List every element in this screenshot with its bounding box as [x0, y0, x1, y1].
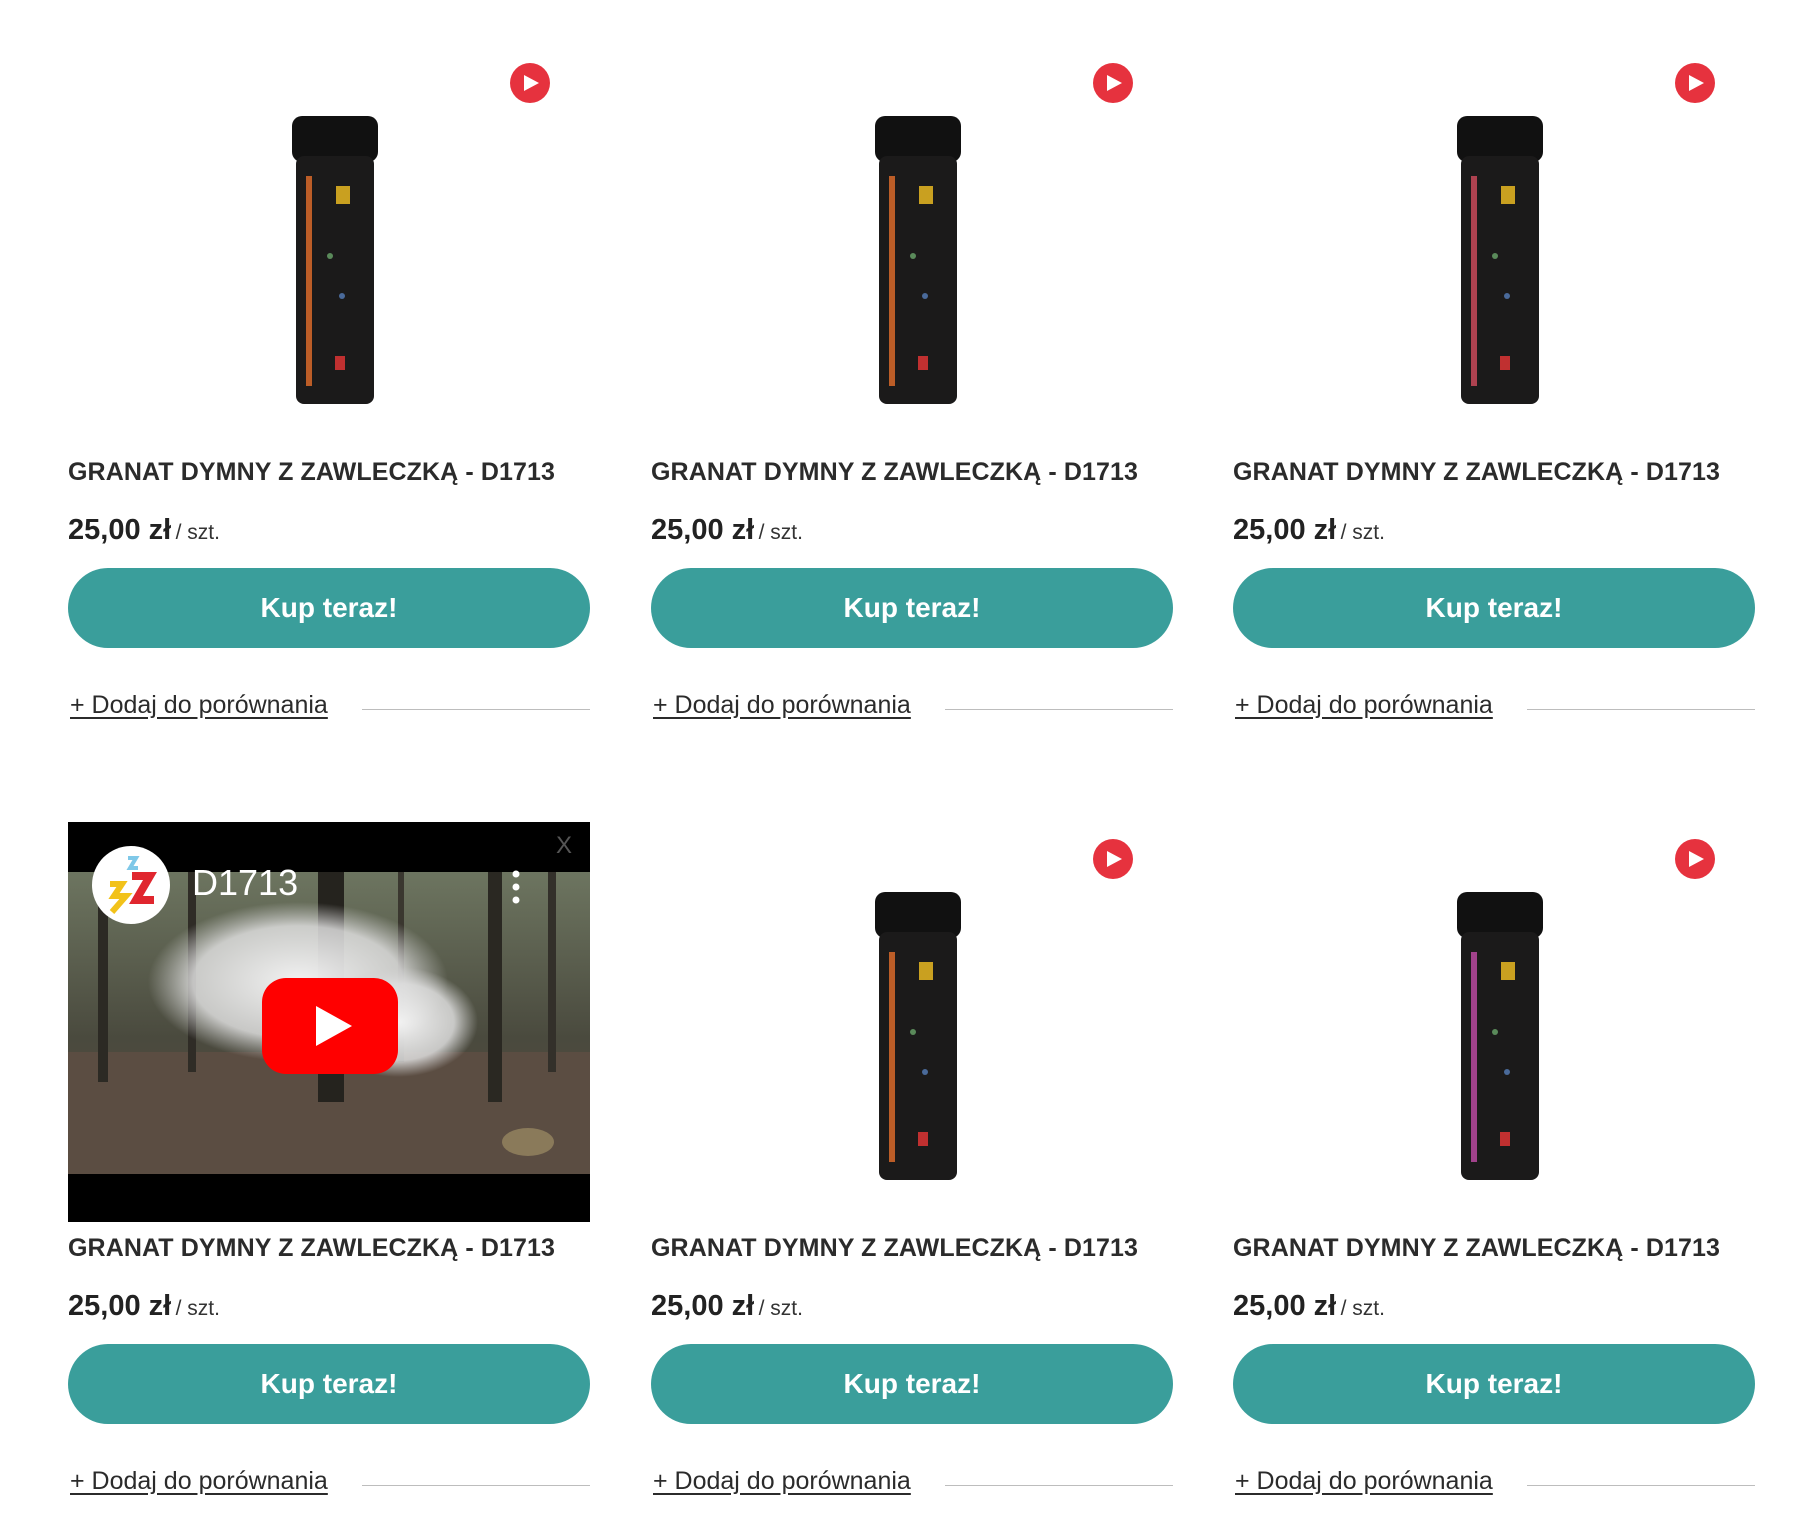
play-video-icon[interactable] [1093, 839, 1133, 879]
product-media[interactable] [68, 46, 590, 446]
buy-now-button[interactable]: Kup teraz! [68, 568, 590, 648]
more-options-icon[interactable] [512, 870, 520, 904]
compare-row: + Dodaj do porównania [68, 1467, 590, 1501]
product-title[interactable]: GRANAT DYMNY Z ZAWLECZKĄ - D1713 [68, 1234, 555, 1263]
buy-now-button[interactable]: Kup teraz! [68, 1344, 590, 1424]
add-to-compare-link[interactable]: + Dodaj do porównania [1235, 691, 1493, 720]
divider [362, 1485, 590, 1486]
product-title[interactable]: GRANAT DYMNY Z ZAWLECZKĄ - D1713 [1233, 1234, 1720, 1263]
product-media[interactable]: X D1713 [68, 822, 590, 1222]
video-title: D1713 [192, 862, 299, 903]
product-card: GRANAT DYMNY Z ZAWLECZKĄ - D1713 25,00 z… [1233, 46, 1755, 719]
play-video-icon[interactable] [1675, 63, 1715, 103]
price-unit: / szt. [758, 521, 803, 544]
channel-logo[interactable] [92, 846, 170, 924]
product-title[interactable]: GRANAT DYMNY Z ZAWLECZKĄ - D1713 [651, 458, 1138, 487]
product-media[interactable] [1233, 822, 1755, 1222]
smoke-grenade-image [1457, 116, 1543, 404]
play-video-icon[interactable] [1093, 63, 1133, 103]
price-unit: / szt. [1340, 1297, 1385, 1320]
smoke-grenade-image [292, 116, 378, 404]
add-to-compare-link[interactable]: + Dodaj do porównania [653, 691, 911, 720]
price-amount: 25,00 zł [1233, 1290, 1337, 1322]
product-price: 25,00 zł / szt. [68, 1290, 220, 1323]
price-amount: 25,00 zł [651, 1290, 755, 1322]
divider [945, 709, 1173, 710]
product-title[interactable]: GRANAT DYMNY Z ZAWLECZKĄ - D1713 [651, 1234, 1138, 1263]
play-video-icon[interactable] [510, 63, 550, 103]
close-icon[interactable]: X [556, 832, 572, 860]
buy-now-button[interactable]: Kup teraz! [651, 1344, 1173, 1424]
divider [1527, 709, 1755, 710]
play-video-icon[interactable] [1675, 839, 1715, 879]
product-price: 25,00 zł / szt. [1233, 1290, 1385, 1323]
product-title[interactable]: GRANAT DYMNY Z ZAWLECZKĄ - D1713 [1233, 458, 1720, 487]
price-amount: 25,00 zł [68, 1290, 172, 1322]
smoke-grenade-image [1457, 892, 1543, 1180]
compare-row: + Dodaj do porównania [68, 691, 590, 725]
price-unit: / szt. [758, 1297, 803, 1320]
price-amount: 25,00 zł [651, 514, 755, 546]
add-to-compare-link[interactable]: + Dodaj do porównania [70, 691, 328, 720]
price-unit: / szt. [175, 1297, 220, 1320]
product-card: GRANAT DYMNY Z ZAWLECZKĄ - D1713 25,00 z… [651, 46, 1173, 719]
product-media[interactable] [651, 822, 1173, 1222]
product-price: 25,00 zł / szt. [651, 514, 803, 547]
buy-now-button[interactable]: Kup teraz! [1233, 568, 1755, 648]
product-price: 25,00 zł / szt. [1233, 514, 1385, 547]
product-card: GRANAT DYMNY Z ZAWLECZKĄ - D1713 25,00 z… [68, 46, 590, 719]
smoke-grenade-image [875, 892, 961, 1180]
price-unit: / szt. [175, 521, 220, 544]
youtube-play-icon[interactable] [262, 978, 398, 1074]
video-player[interactable]: X D1713 [68, 822, 590, 1222]
compare-row: + Dodaj do porównania [1233, 691, 1755, 725]
divider [1527, 1485, 1755, 1486]
product-card: GRANAT DYMNY Z ZAWLECZKĄ - D1713 25,00 z… [1233, 822, 1755, 1495]
product-price: 25,00 zł / szt. [651, 1290, 803, 1323]
add-to-compare-link[interactable]: + Dodaj do porównania [1235, 1467, 1493, 1496]
product-title[interactable]: GRANAT DYMNY Z ZAWLECZKĄ - D1713 [68, 458, 555, 487]
product-price: 25,00 zł / szt. [68, 514, 220, 547]
price-amount: 25,00 zł [1233, 514, 1337, 546]
divider [945, 1485, 1173, 1486]
add-to-compare-link[interactable]: + Dodaj do porównania [70, 1467, 328, 1496]
add-to-compare-link[interactable]: + Dodaj do porównania [653, 1467, 911, 1496]
product-grid: GRANAT DYMNY Z ZAWLECZKĄ - D1713 25,00 z… [0, 0, 1804, 1520]
buy-now-button[interactable]: Kup teraz! [651, 568, 1173, 648]
product-media[interactable] [1233, 46, 1755, 446]
compare-row: + Dodaj do porównania [651, 1467, 1173, 1501]
smoke-grenade-image [875, 116, 961, 404]
product-media[interactable] [651, 46, 1173, 446]
compare-row: + Dodaj do porównania [651, 691, 1173, 725]
divider [362, 709, 590, 710]
product-card: GRANAT DYMNY Z ZAWLECZKĄ - D1713 25,00 z… [651, 822, 1173, 1495]
product-card: X D1713 GRANAT DYMNY Z ZAWLECZKĄ - D1713… [68, 822, 590, 1495]
buy-now-button[interactable]: Kup teraz! [1233, 1344, 1755, 1424]
price-unit: / szt. [1340, 521, 1385, 544]
compare-row: + Dodaj do porównania [1233, 1467, 1755, 1501]
price-amount: 25,00 zł [68, 514, 172, 546]
